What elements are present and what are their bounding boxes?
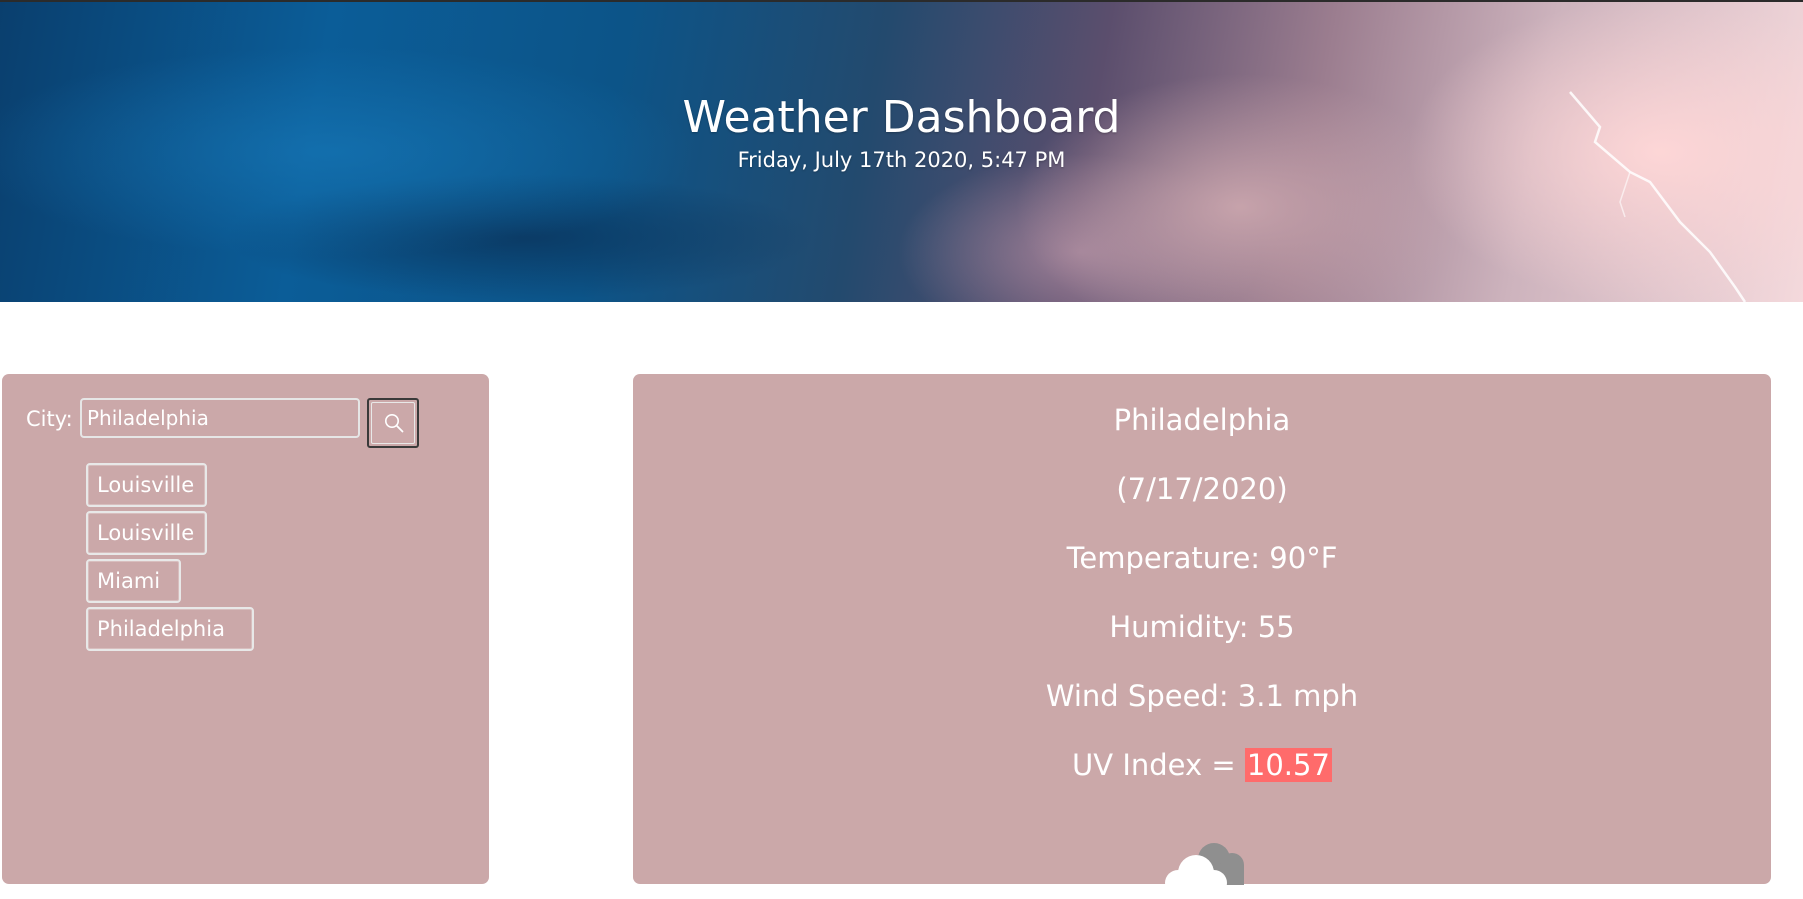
history-item-louisville[interactable]: Louisville (86, 463, 207, 507)
weather-humidity: Humidity: 55 (1109, 610, 1295, 644)
current-weather-panel: Philadelphia (7/17/2020) Temperature: 90… (633, 374, 1771, 899)
uv-value-badge: 10.57 (1244, 748, 1332, 782)
cloud-icon (1165, 843, 1244, 899)
weather-city: Philadelphia (1113, 403, 1291, 437)
uv-label: UV Index = (1072, 748, 1245, 782)
hero-banner: Weather Dashboard Friday, July 17th 2020… (0, 2, 1803, 302)
history-item-philadelphia[interactable]: Philadelphia (86, 607, 254, 651)
weather-uv-index: UV Index = 10.57 (633, 747, 1771, 783)
current-datetime: Friday, July 17th 2020, 5:47 PM (737, 148, 1066, 172)
search-history-list: Louisville Louisville Miami Philadelphia (86, 463, 254, 655)
city-search-input[interactable] (80, 398, 360, 438)
weather-date: (7/17/2020) (1116, 472, 1288, 506)
weather-temperature: Temperature: 90°F (1066, 541, 1338, 575)
city-label: City: (26, 407, 73, 431)
page-title: Weather Dashboard (682, 92, 1121, 143)
history-item-miami[interactable]: Miami (86, 559, 181, 603)
search-icon (385, 414, 404, 433)
search-panel: City: Louisville Louisville Miami Philad… (2, 374, 489, 884)
history-item-louisville[interactable]: Louisville (86, 511, 207, 555)
weather-wind-speed: Wind Speed: 3.1 mph (1045, 679, 1359, 713)
search-button[interactable] (367, 398, 419, 448)
